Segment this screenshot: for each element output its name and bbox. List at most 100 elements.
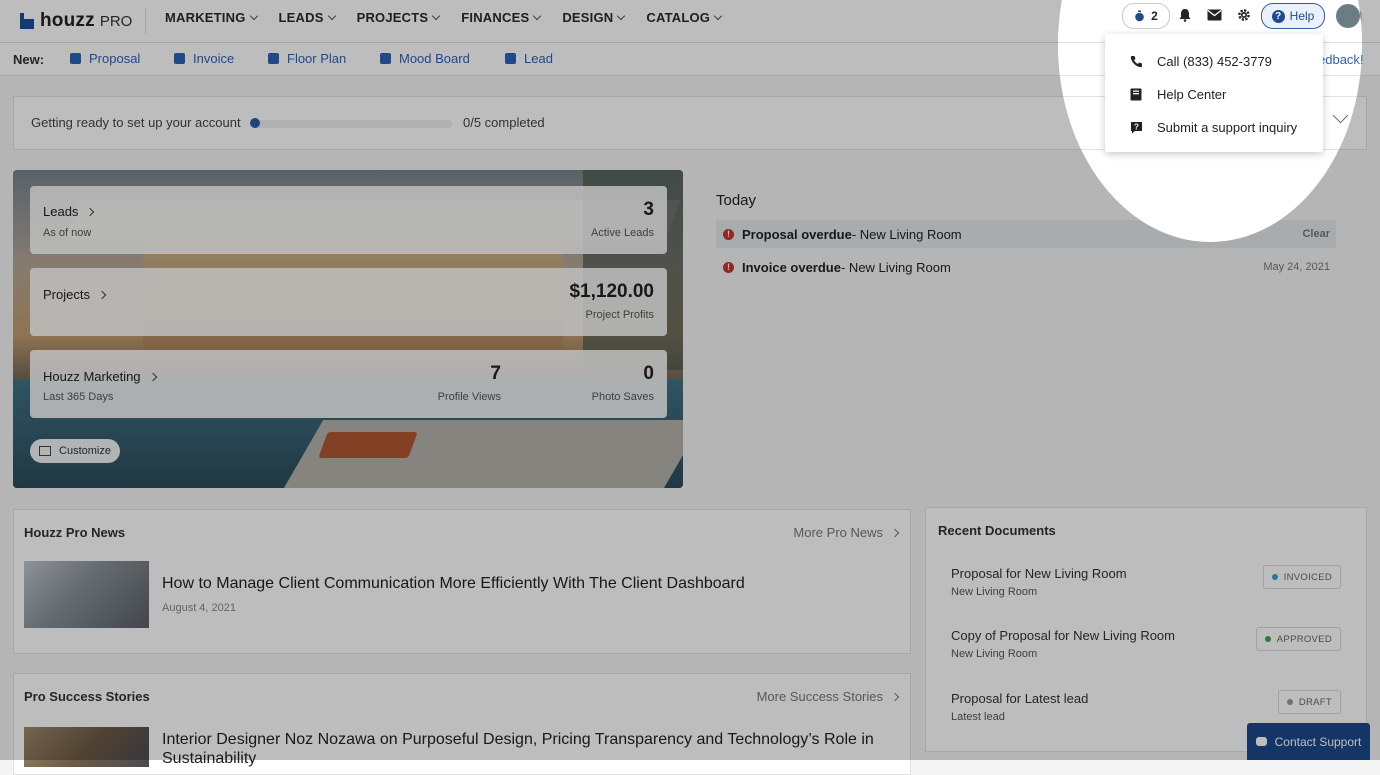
main-menu: MARKETING LEADS PROJECTS FINANCES DESIGN… [165, 0, 743, 34]
news-date: August 4, 2021 [162, 602, 237, 614]
help-button[interactable]: ? Help [1261, 3, 1325, 29]
chevron-down-icon [713, 11, 723, 20]
menu-finances[interactable]: FINANCES [461, 9, 542, 25]
story-thumbnail[interactable] [24, 727, 149, 767]
support-inquiry-item[interactable]: ? Submit a support inquiry [1129, 117, 1297, 137]
invoice-icon [174, 53, 185, 64]
projects-title-text: Projects [43, 287, 90, 302]
new-label: New: [13, 52, 45, 67]
help-center-item[interactable]: Help Center [1129, 84, 1226, 104]
menu-label: FINANCES [461, 9, 530, 25]
chevron-right-icon [148, 372, 157, 382]
success-stories-title: Pro Success Stories [24, 689, 150, 704]
help-menu: Call (833) 452-3779 Help Center ? Submit… [1105, 34, 1323, 152]
gear-icon[interactable] [1237, 8, 1251, 22]
phone-icon [1129, 55, 1143, 68]
menu-label: DESIGN [562, 9, 614, 25]
chevron-down-icon [327, 11, 336, 20]
document-project: Latest lead [951, 711, 1005, 723]
new-proposal-link[interactable]: Proposal [70, 51, 140, 66]
new-lead-label: Lead [524, 51, 553, 66]
more-success-stories-link[interactable]: More Success Stories [756, 689, 900, 704]
bell-icon[interactable] [1178, 8, 1192, 22]
new-floor-plan-link[interactable]: Floor Plan [268, 51, 346, 66]
project-profits-value: $1,120.00 [569, 281, 654, 302]
story-headline[interactable]: Interior Designer Noz Nozawa on Purposef… [162, 730, 892, 768]
avatar[interactable] [1336, 4, 1360, 28]
alert-icon: ! [723, 261, 734, 273]
menu-leads[interactable]: LEADS [279, 10, 336, 25]
news-thumbnail[interactable] [24, 561, 149, 628]
projects-card[interactable]: Projects $1,120.00 Project Profits [30, 268, 667, 336]
grid-icon [380, 53, 391, 64]
leads-card[interactable]: Leads As of now 3 Active Leads [30, 186, 667, 254]
new-mood-board-link[interactable]: Mood Board [380, 51, 470, 66]
chevron-right-icon [86, 207, 95, 217]
status-dot [1271, 574, 1278, 580]
recent-documents-panel: Recent Documents Proposal for New Living… [925, 507, 1367, 752]
clear-button[interactable]: Clear [1296, 229, 1324, 241]
setup-progress-indicator [250, 118, 260, 128]
menu-marketing[interactable]: MARKETING [165, 9, 258, 25]
support-inquiry-label: Submit a support inquiry [1157, 119, 1298, 135]
menu-label: MARKETING [165, 9, 246, 25]
today-title: Today [716, 192, 757, 209]
document-title[interactable]: Proposal for Latest lead [951, 691, 1088, 706]
setup-text: Getting ready to set up your account [31, 115, 241, 130]
customize-label: Customize [59, 445, 111, 457]
todo-project: - New Living Room [840, 259, 951, 275]
active-leads-label: Active Leads [591, 227, 654, 239]
menu-projects[interactable]: PROJECTS [357, 10, 441, 25]
call-support-item[interactable]: Call (833) 452-3779 [1129, 51, 1272, 71]
marketing-card-subtitle: Last 365 Days [43, 391, 114, 403]
mail-icon[interactable] [1207, 9, 1222, 21]
customize-button[interactable]: Customize [30, 439, 120, 463]
chevron-down-icon [617, 11, 626, 20]
status-badge: INVOICED [1262, 565, 1341, 589]
document-title[interactable]: Copy of Proposal for New Living Room [951, 628, 1175, 643]
more-pro-news-link[interactable]: More Pro News [793, 525, 900, 540]
active-leads-count: 3 [643, 199, 654, 220]
menu-catalog[interactable]: CATALOG [646, 10, 723, 25]
leads-title-text: Leads [43, 204, 79, 219]
todo-item[interactable]: ! Invoice overdue - New Living Room May … [716, 253, 1336, 281]
brand-suffix: PRO [99, 12, 133, 30]
feedback-link[interactable]: edback! [1318, 52, 1362, 67]
status-dot [1286, 699, 1293, 705]
call-support-label: Call (833) 452-3779 [1157, 53, 1272, 69]
pro-news-panel: Houzz Pro News More Pro News How to Mana… [13, 509, 911, 654]
new-invoice-link[interactable]: Invoice [174, 51, 234, 66]
document-title[interactable]: Proposal for New Living Room [951, 566, 1127, 581]
contact-support-label: Contact Support [1274, 734, 1362, 749]
marketing-card-title: Houzz Marketing [43, 369, 157, 384]
menu-design[interactable]: DESIGN [562, 9, 626, 25]
setup-progress-bar [252, 120, 452, 128]
marketing-card[interactable]: Houzz Marketing Last 365 Days 7 Profile … [30, 350, 667, 418]
chevron-right-icon [97, 290, 107, 300]
projects-card-title: Projects [43, 287, 107, 302]
cube-icon [268, 53, 279, 64]
todo-title: Invoice overdue [742, 259, 841, 275]
new-proposal-label: Proposal [89, 51, 141, 66]
project-profits-label: Project Profits [585, 309, 654, 321]
recent-documents-title: Recent Documents [938, 523, 1056, 538]
houzz-logo[interactable]: houzz PRO [20, 6, 132, 36]
status-badge: DRAFT [1277, 690, 1341, 714]
document-icon [70, 53, 81, 64]
question-box-icon: ? [1129, 121, 1143, 134]
chevron-down-icon [533, 11, 542, 20]
contact-support-button[interactable]: Contact Support [1247, 723, 1370, 760]
setup-count: 0/5 completed [463, 115, 545, 130]
news-headline[interactable]: How to Manage Client Communication More … [162, 574, 862, 593]
status-badge: APPROVED [1255, 627, 1341, 651]
marketing-title-text: Houzz Marketing [43, 369, 141, 384]
timer-button[interactable]: 2 [1122, 3, 1170, 29]
new-lead-link[interactable]: Lead [505, 51, 553, 66]
contact-card-icon [505, 53, 516, 64]
help-center-label: Help Center [1157, 86, 1227, 102]
status-label: APPROVED [1276, 633, 1332, 645]
svg-text:?: ? [1134, 122, 1139, 131]
more-success-stories-label: More Success Stories [756, 689, 883, 704]
houzz-logo-icon [20, 13, 34, 29]
chevron-right-icon [890, 528, 900, 538]
